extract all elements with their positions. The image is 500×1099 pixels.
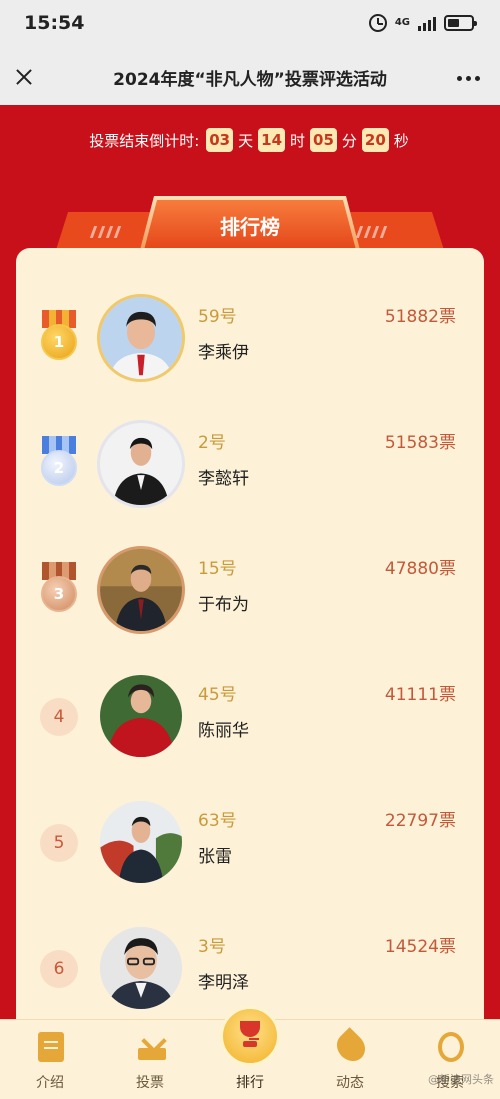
candidate-number: 63号 — [198, 811, 237, 831]
tab-vote[interactable]: 投票 — [110, 1020, 190, 1099]
rank-row-3[interactable]: 3 15号 于布为 47880票 — [16, 542, 484, 642]
candidate-number: 45号 — [198, 685, 237, 705]
rank-badge: 5 — [40, 824, 78, 862]
countdown-minutes: 05 — [310, 128, 337, 152]
page-title: 2024年度“非凡人物”投票评选活动 — [113, 70, 387, 90]
tab-intro[interactable]: 介绍 — [10, 1020, 90, 1099]
countdown-seconds-unit: 秒 — [393, 131, 409, 150]
vote-count: 22797票 — [384, 811, 456, 831]
avatar[interactable] — [97, 798, 185, 886]
signal-icon — [418, 15, 436, 31]
battery-icon — [444, 15, 477, 31]
candidate-number: 59号 — [198, 307, 237, 327]
trophy-icon — [238, 1021, 262, 1051]
status-bar: 15:54 4G — [0, 0, 500, 50]
avatar[interactable] — [97, 546, 185, 634]
countdown-days: 03 — [206, 128, 234, 152]
tab-ranking-icon-button[interactable] — [220, 1006, 280, 1066]
candidate-number: 15号 — [198, 559, 237, 579]
avatar[interactable] — [97, 420, 185, 508]
rank-row-4[interactable]: 4 45号 陈丽华 41111票 — [16, 668, 484, 768]
silver-medal-icon: 2 — [40, 436, 78, 492]
ribbon-right-decoration — [344, 212, 444, 250]
status-icons: 4G — [368, 14, 477, 32]
rank-row-2[interactable]: 2 2号 李懿轩 51583票 — [16, 416, 484, 516]
candidate-name: 李乘伊 — [198, 343, 249, 363]
avatar[interactable] — [97, 294, 185, 382]
ribbon-left-decoration — [56, 212, 156, 250]
leaf-icon — [331, 1027, 371, 1067]
more-options-icon[interactable] — [457, 76, 480, 81]
search-icon — [438, 1032, 464, 1062]
rank-number: 2 — [41, 450, 77, 486]
candidate-name: 李懿轩 — [198, 469, 249, 489]
watermark: @新浪网头条 — [428, 1073, 494, 1086]
countdown-days-unit: 天 — [238, 131, 254, 150]
vote-count: 47880票 — [384, 559, 456, 579]
candidate-name: 于布为 — [198, 595, 249, 615]
countdown: 投票结束倒计时: 03 天 14 时 05 分 20 秒 — [0, 128, 500, 152]
gold-medal-icon: 1 — [40, 310, 78, 366]
tab-activity[interactable]: 动态 — [310, 1020, 390, 1099]
rank-badge: 6 — [40, 950, 78, 988]
nav-bar: 2024年度“非凡人物”投票评选活动 — [0, 50, 500, 105]
candidate-number: 3号 — [198, 937, 226, 957]
countdown-hours-unit: 时 — [290, 131, 306, 150]
countdown-seconds: 20 — [361, 128, 389, 152]
leaderboard-title: 排行榜 — [220, 215, 280, 239]
candidate-name: 张雷 — [198, 847, 232, 867]
rank-row-5[interactable]: 5 63号 张雷 22797票 — [16, 794, 484, 894]
bottom-tab-bar: 介绍 投票 排行 动态 搜索 @新浪网头条 — [0, 1006, 500, 1099]
bronze-medal-icon: 3 — [40, 562, 78, 618]
tab-label: 投票 — [136, 1075, 164, 1091]
vote-count: 14524票 — [384, 937, 456, 957]
leaderboard-panel: 1 59号 李乘伊 51882票 2 2号 李懿轩 51583票 3 15号 于… — [16, 248, 484, 1048]
vote-count: 41111票 — [384, 685, 456, 705]
alarm-icon — [368, 14, 387, 32]
rank-row-6[interactable]: 6 3号 李明泽 14524票 — [16, 920, 484, 1020]
countdown-minutes-unit: 分 — [341, 131, 357, 150]
vote-icon — [138, 1032, 166, 1062]
tab-label: 排行 — [236, 1075, 264, 1091]
countdown-hours: 14 — [258, 128, 286, 152]
rank-number: 1 — [41, 324, 77, 360]
tab-search[interactable]: 搜索 — [410, 1020, 490, 1099]
tab-label: 动态 — [336, 1075, 364, 1091]
candidate-name: 李明泽 — [198, 973, 249, 993]
vote-count: 51583票 — [384, 433, 456, 453]
rank-number: 3 — [41, 576, 77, 612]
rank-row-1[interactable]: 1 59号 李乘伊 51882票 — [16, 290, 484, 390]
countdown-label: 投票结束倒计时: — [89, 131, 200, 150]
avatar[interactable] — [97, 672, 185, 760]
status-time: 15:54 — [24, 12, 85, 34]
candidate-number: 2号 — [198, 433, 226, 453]
vote-count: 51882票 — [384, 307, 456, 327]
candidate-name: 陈丽华 — [198, 721, 249, 741]
network-label: 4G — [394, 17, 410, 28]
avatar[interactable] — [97, 924, 185, 1012]
tab-label: 介绍 — [36, 1075, 64, 1091]
rank-badge: 4 — [40, 698, 78, 736]
document-icon — [38, 1032, 64, 1062]
